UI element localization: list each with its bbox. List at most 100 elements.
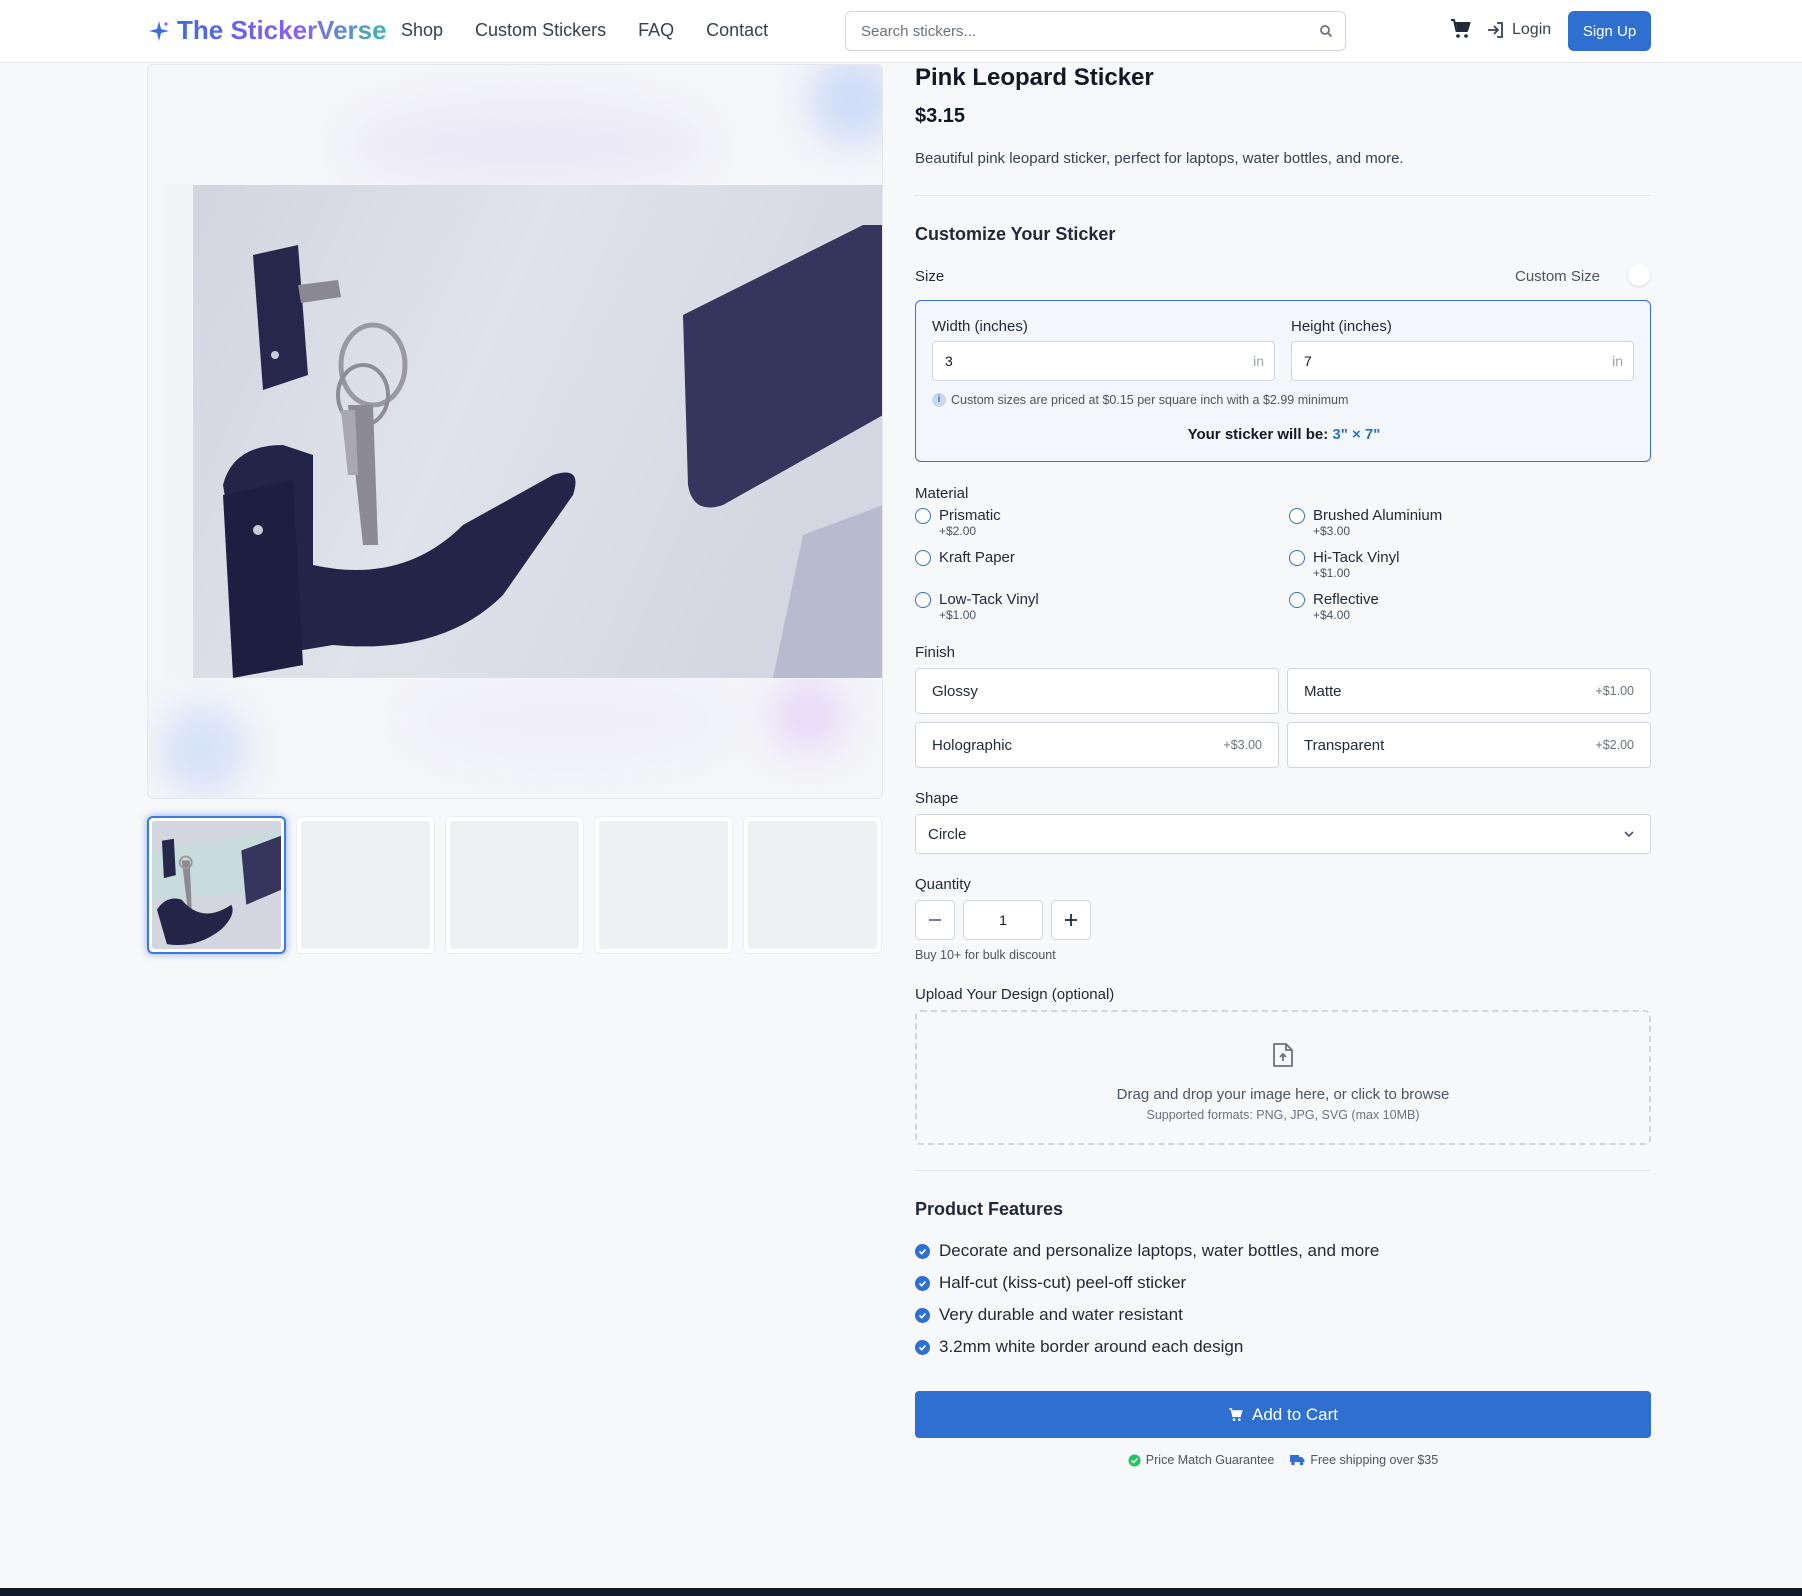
pricing-note-text: Custom sizes are priced at $0.15 per squ… xyxy=(951,393,1349,407)
material-option-brushed-aluminium[interactable]: Brushed Aluminium +$3.00 xyxy=(1289,507,1442,537)
finish-name: Matte xyxy=(1304,683,1342,700)
feature-item: 3.2mm white border around each design xyxy=(915,1337,1243,1357)
quantity-input[interactable] xyxy=(964,901,1042,939)
thumbnail-strip xyxy=(147,816,882,954)
height-field-wrap: in xyxy=(1291,341,1634,381)
size-result-value: 3" × 7" xyxy=(1332,426,1381,443)
custom-size-panel: Width (inches) Height (inches) in in i C… xyxy=(915,300,1651,462)
material-name: Hi-Tack Vinyl xyxy=(1313,549,1400,566)
sparkle-icon xyxy=(149,20,169,41)
material-name: Low-Tack Vinyl xyxy=(939,591,1039,608)
width-field-wrap: in xyxy=(932,341,1275,381)
shipping-text: Free shipping over $35 xyxy=(1310,1453,1439,1467)
finish-price: +$3.00 xyxy=(1223,738,1262,752)
material-label: Material xyxy=(915,485,969,502)
material-option-reflective[interactable]: Reflective +$4.00 xyxy=(1289,591,1379,621)
thumbnail-4[interactable] xyxy=(594,816,733,954)
thumbnail-2[interactable] xyxy=(296,816,435,954)
logo-text: The StickerVerse xyxy=(177,15,387,45)
radio-button[interactable] xyxy=(1289,550,1305,566)
nav-faq[interactable]: FAQ xyxy=(638,20,674,41)
search-icon[interactable] xyxy=(1319,24,1333,38)
upload-formats: Supported formats: PNG, JPG, SVG (max 10… xyxy=(1146,1108,1420,1122)
material-price: +$3.00 xyxy=(1313,524,1351,538)
site-header: The StickerVerse Shop Custom Stickers FA… xyxy=(0,0,1802,63)
finish-price: +$2.00 xyxy=(1595,738,1634,752)
signup-button[interactable]: Sign Up xyxy=(1568,11,1651,51)
material-option-prismatic[interactable]: Prismatic +$2.00 xyxy=(915,507,1001,537)
finish-name: Transparent xyxy=(1304,737,1385,754)
finish-option-glossy[interactable]: Glossy xyxy=(915,668,1279,714)
product-description: Beautiful pink leopard sticker, perfect … xyxy=(915,150,1404,167)
finish-option-holographic[interactable]: Holographic +$3.00 xyxy=(915,722,1279,768)
feature-text: Very durable and water resistant xyxy=(939,1305,1183,1324)
shape-select[interactable]: Circle xyxy=(915,814,1651,854)
material-price: +$1.00 xyxy=(939,608,977,622)
quantity-increase-button[interactable] xyxy=(1051,900,1091,940)
height-unit: in xyxy=(1612,353,1623,369)
file-upload-icon xyxy=(1273,1043,1293,1067)
cart-icon xyxy=(1229,1407,1243,1421)
product-price: $3.15 xyxy=(915,105,966,127)
material-option-hi-tack-vinyl[interactable]: Hi-Tack Vinyl +$1.00 xyxy=(1289,549,1399,579)
material-price: +$4.00 xyxy=(1313,608,1351,622)
radio-button[interactable] xyxy=(915,508,931,524)
feature-text: 3.2mm white border around each design xyxy=(939,1337,1244,1356)
plus-icon xyxy=(1065,914,1077,926)
thumbnail-5[interactable] xyxy=(743,816,882,954)
login-label: Login xyxy=(1512,21,1552,38)
material-option-low-tack-vinyl[interactable]: Low-Tack Vinyl +$1.00 xyxy=(915,591,1039,621)
check-circle-icon xyxy=(1128,1454,1141,1466)
add-to-cart-label: Add to Cart xyxy=(1252,1404,1338,1424)
nav-custom-stickers[interactable]: Custom Stickers xyxy=(475,20,606,41)
material-name: Prismatic xyxy=(939,507,1001,524)
nav-contact[interactable]: Contact xyxy=(706,20,768,41)
feature-text: Decorate and personalize laptops, water … xyxy=(939,1241,1380,1260)
radio-button[interactable] xyxy=(915,592,931,608)
width-unit: in xyxy=(1253,353,1264,369)
login-link[interactable]: Login xyxy=(1486,20,1551,40)
add-to-cart-button[interactable]: Add to Cart xyxy=(915,1391,1651,1438)
shape-label: Shape xyxy=(915,790,959,807)
search-box xyxy=(845,11,1346,51)
radio-button[interactable] xyxy=(915,550,931,566)
quantity-field-wrap xyxy=(963,900,1043,940)
height-input[interactable] xyxy=(1292,342,1572,380)
product-title: Pink Leopard Sticker xyxy=(915,64,1154,91)
finish-price: +$1.00 xyxy=(1595,684,1634,698)
radio-button[interactable] xyxy=(1289,508,1305,524)
width-input[interactable] xyxy=(933,342,1213,380)
finish-name: Holographic xyxy=(932,737,1013,754)
feature-item: Half-cut (kiss-cut) peel-off sticker xyxy=(915,1273,1186,1293)
upload-text: Drag and drop your image here, or click … xyxy=(1116,1086,1450,1103)
info-icon: i xyxy=(932,393,946,407)
quantity-decrease-button[interactable] xyxy=(915,900,955,940)
size-result: Your sticker will be: 3" × 7" xyxy=(916,426,1652,443)
chevron-down-icon xyxy=(1624,831,1634,838)
feature-item: Decorate and personalize laptops, water … xyxy=(915,1241,1379,1261)
material-option-kraft-paper[interactable]: Kraft Paper xyxy=(915,549,1015,567)
radio-button[interactable] xyxy=(1289,592,1305,608)
finish-option-transparent[interactable]: Transparent +$2.00 xyxy=(1287,722,1651,768)
logo[interactable]: The StickerVerse xyxy=(147,15,387,46)
finish-name: Glossy xyxy=(932,683,978,700)
finish-option-matte[interactable]: Matte +$1.00 xyxy=(1287,668,1651,714)
shape-value: Circle xyxy=(928,826,967,843)
minus-icon xyxy=(929,919,941,921)
thumbnail-3[interactable] xyxy=(445,816,584,954)
material-price: +$1.00 xyxy=(1313,566,1351,580)
custom-size-toggle[interactable] xyxy=(1628,264,1650,286)
search-input[interactable] xyxy=(846,12,1286,50)
thumbnail-1[interactable] xyxy=(147,816,286,954)
size-label: Size xyxy=(915,268,945,285)
nav-shop[interactable]: Shop xyxy=(401,20,443,41)
cart-icon[interactable] xyxy=(1449,17,1473,41)
product-main-image[interactable] xyxy=(147,64,883,799)
feature-item: Very durable and water resistant xyxy=(915,1305,1183,1325)
upload-dropzone[interactable]: Drag and drop your image here, or click … xyxy=(915,1010,1651,1145)
bulk-discount-note: Buy 10+ for bulk discount xyxy=(915,948,1056,962)
upload-label: Upload Your Design (optional) xyxy=(915,986,1115,1003)
divider xyxy=(915,195,1651,196)
custom-size-label: Custom Size xyxy=(1515,268,1601,285)
check-icon xyxy=(915,1275,930,1291)
